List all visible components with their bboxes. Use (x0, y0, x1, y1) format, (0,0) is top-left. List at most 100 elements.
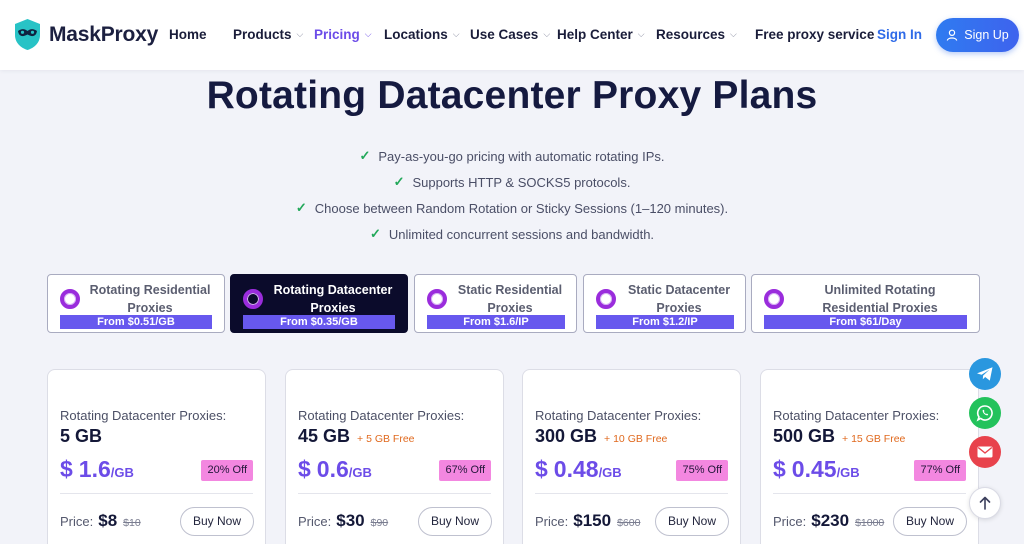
original-price: $1000 (855, 517, 885, 529)
nav-resources[interactable]: Resources ⌵ (656, 27, 737, 42)
ring-icon (243, 289, 263, 309)
size-row: 5 GB (60, 426, 109, 447)
nav-home[interactable]: Home (169, 27, 207, 42)
currency-symbol: $ (535, 456, 548, 482)
sign-up-button[interactable]: Sign Up (936, 18, 1019, 52)
price-unit: /GB (348, 465, 372, 480)
plan-size: 500 GB (773, 426, 836, 446)
nav-products[interactable]: Products ⌵ (233, 27, 303, 42)
tab-label-line: Unlimited Rotating (824, 283, 936, 297)
feature-text: Unlimited concurrent sessions and bandwi… (388, 226, 655, 242)
back-to-top-button[interactable] (969, 487, 1001, 519)
tab-rotating-datacenter[interactable]: Rotating Datacenter Proxies From $0.35/G… (230, 274, 408, 333)
divider (535, 493, 728, 494)
product-card: Rotating Datacenter Proxies: 5 GB $ 1.6 … (47, 369, 266, 544)
price-unit: /GB (598, 465, 622, 480)
discount-badge: 20% Off (201, 460, 253, 481)
total-row: Price: $150 $600 (535, 511, 640, 531)
ring-icon (60, 289, 80, 309)
price-per-gb: 0.48 (553, 456, 599, 482)
feature-item: ✓ Supports HTTP & SOCKS5 protocols. (0, 169, 1024, 195)
product-card: Rotating Datacenter Proxies: 500 GB + 15… (760, 369, 979, 544)
divider (60, 493, 253, 494)
ring-icon (427, 289, 447, 309)
buy-now-button[interactable]: Buy Now (654, 507, 729, 536)
nav-help-center[interactable]: Help Center ⌵ (557, 27, 645, 42)
nav-free-proxy[interactable]: Free proxy service (755, 27, 874, 42)
discount-badge: 67% Off (439, 460, 491, 481)
tab-price: From $1.2/IP (596, 315, 734, 329)
tab-label-line: Rotating Datacenter (273, 283, 393, 297)
feature-text: Supports HTTP & SOCKS5 protocols. (412, 174, 631, 190)
price-label: Price: (298, 514, 332, 529)
check-icon: ✓ (369, 226, 381, 241)
total-price: $8 (98, 511, 118, 530)
divider (773, 493, 966, 494)
price-label: Price: (60, 514, 94, 529)
chevron-down-icon: ⌵ (543, 29, 551, 39)
currency-symbol: $ (773, 456, 786, 482)
nav-locations[interactable]: Locations ⌵ (384, 27, 460, 42)
sign-in-link[interactable]: Sign In (877, 27, 922, 42)
buy-now-button[interactable]: Buy Now (892, 507, 967, 536)
price-unit: /GB (110, 465, 134, 480)
check-icon: ✓ (295, 200, 307, 215)
nav-pricing[interactable]: Pricing ⌵ (314, 27, 372, 42)
nav-label: Help Center (557, 27, 633, 42)
buy-now-button[interactable]: Buy Now (179, 507, 254, 536)
price-label: Price: (773, 514, 807, 529)
user-icon (946, 29, 958, 41)
email-icon (977, 446, 993, 458)
nav-label: Pricing (314, 27, 360, 42)
tab-unlimited-rotating-residential[interactable]: Unlimited Rotating Residential Proxies F… (751, 274, 980, 333)
size-row: 45 GB + 5 GB Free (298, 426, 415, 447)
unit-price: $ 0.6 /GB (298, 456, 372, 483)
chevron-down-icon: ⌵ (637, 29, 645, 39)
telegram-icon (977, 367, 993, 381)
tab-rotating-residential[interactable]: Rotating Residential Proxies From $0.51/… (47, 274, 225, 333)
total-row: Price: $230 $1000 (773, 511, 884, 531)
plan-type: Rotating Datacenter Proxies: (298, 408, 465, 423)
buy-now-button[interactable]: Buy Now (417, 507, 492, 536)
tab-price: From $61/Day (764, 315, 967, 329)
nav-label: Resources (656, 27, 726, 42)
nav-label: Locations (384, 27, 448, 42)
tab-label: Static Datacenter Proxies (620, 282, 738, 317)
currency-symbol: $ (60, 456, 73, 482)
unit-price: $ 0.48 /GB (535, 456, 622, 483)
product-card: Rotating Datacenter Proxies: 45 GB + 5 G… (285, 369, 504, 544)
currency-symbol: $ (298, 456, 311, 482)
tab-label-line: Static Datacenter (627, 283, 731, 297)
nav-use-cases[interactable]: Use Cases ⌵ (470, 27, 550, 42)
size-row: 300 GB + 10 GB Free (535, 426, 667, 447)
plan-type: Rotating Datacenter Proxies: (535, 408, 702, 423)
ring-icon (596, 289, 616, 309)
feature-text: Choose between Random Rotation or Sticky… (314, 200, 729, 216)
tab-static-datacenter[interactable]: Static Datacenter Proxies From $1.2/IP (583, 274, 746, 333)
bonus-label: + 15 GB Free (842, 433, 906, 445)
nav-label: Home (169, 27, 207, 42)
nav-label: Use Cases (470, 27, 539, 42)
arrow-up-icon (979, 496, 991, 510)
product-card: Rotating Datacenter Proxies: 300 GB + 10… (522, 369, 741, 544)
tab-static-residential[interactable]: Static Residential Proxies From $1.6/IP (414, 274, 577, 333)
logo[interactable]: MaskProxy (13, 18, 158, 51)
tab-label: Static Residential Proxies (451, 282, 569, 317)
discount-badge: 77% Off (914, 460, 966, 481)
unit-price: $ 0.45 /GB (773, 456, 860, 483)
telegram-button[interactable] (969, 358, 1001, 390)
feature-list: ✓ Pay-as-you-go pricing with automatic ro… (0, 143, 1024, 247)
price-per-gb: 0.6 (316, 456, 349, 482)
plan-type: Rotating Datacenter Proxies: (773, 408, 940, 423)
feature-item: ✓ Pay-as-you-go pricing with automatic ro… (0, 143, 1024, 169)
whatsapp-button[interactable] (969, 397, 1001, 429)
email-button[interactable] (969, 436, 1001, 468)
feature-text: Pay-as-you-go pricing with automatic rot… (378, 148, 665, 164)
feature-item: ✓ Choose between Random Rotation or Stick… (0, 195, 1024, 221)
tab-label: Rotating Residential Proxies (86, 282, 214, 317)
price-per-gb: 1.6 (78, 456, 111, 482)
tab-label: Rotating Datacenter Proxies (269, 282, 397, 317)
tab-price: From $0.35/GB (243, 315, 395, 329)
divider (298, 493, 491, 494)
chevron-down-icon: ⌵ (364, 29, 372, 39)
